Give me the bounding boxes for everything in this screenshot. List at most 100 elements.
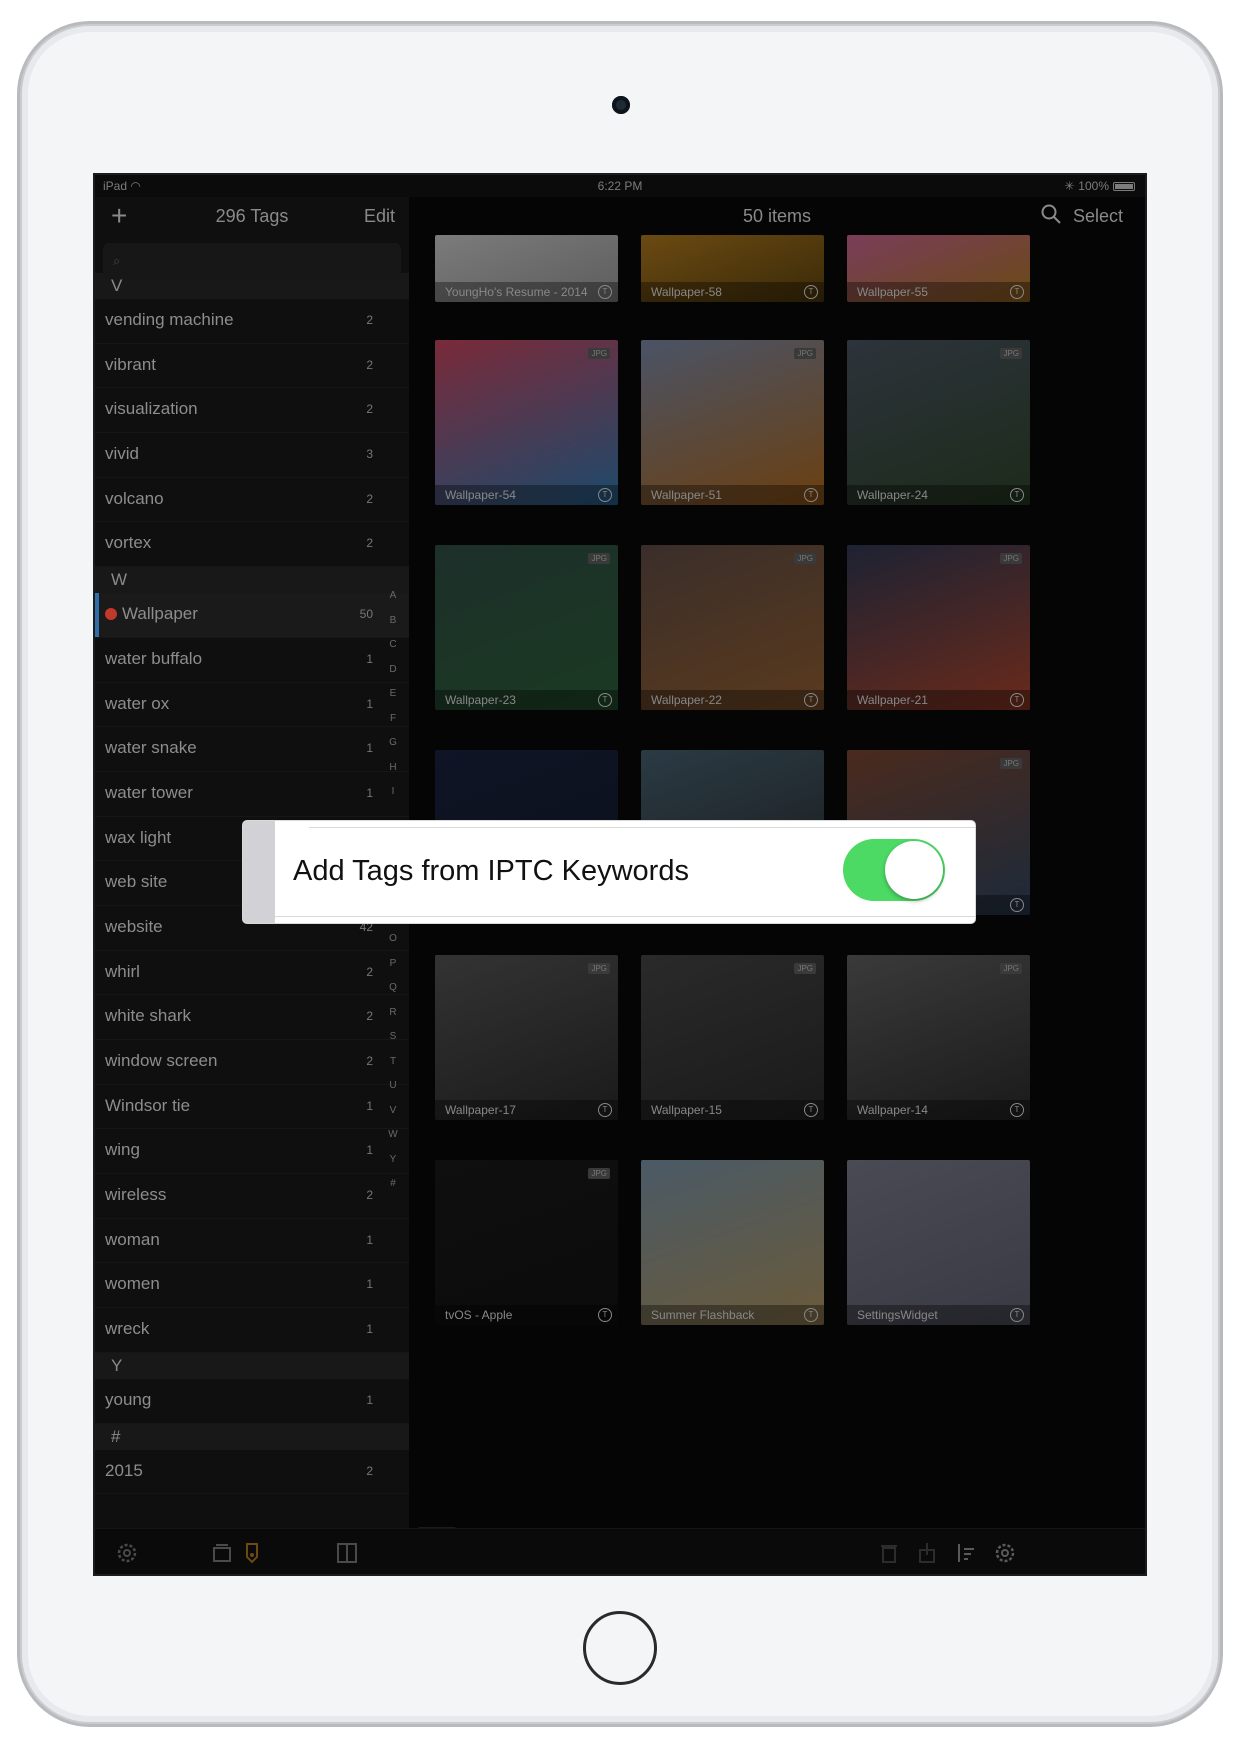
tag-row[interactable]: window screen 2	[95, 1040, 409, 1085]
tag-count: 2	[366, 1009, 373, 1024]
thumbnail-caption: Wallpaper-22	[641, 690, 824, 710]
tag-count: 3	[366, 447, 373, 462]
index-letter[interactable]: R	[387, 1007, 399, 1032]
search-icon[interactable]	[1039, 202, 1063, 226]
thumbnail[interactable]: JPG Wallpaper-51 T	[641, 340, 824, 505]
thumbnail-caption: Wallpaper-14	[847, 1100, 1030, 1120]
index-letter[interactable]: F	[387, 713, 399, 738]
tag-row[interactable]: wireless 2	[95, 1174, 409, 1219]
thumbnail[interactable]: JPG tvOS - Apple T	[435, 1160, 618, 1325]
index-letter[interactable]: V	[387, 1105, 399, 1130]
jpg-badge: JPG	[588, 553, 610, 564]
trash-icon[interactable]	[877, 1541, 901, 1565]
tag-row[interactable]: vivid 3	[95, 433, 409, 478]
tag-row[interactable]: vending machine 2	[95, 299, 409, 344]
index-letter[interactable]: U	[387, 1080, 399, 1105]
tag-icon[interactable]	[240, 1541, 264, 1565]
sort-icon[interactable]	[953, 1541, 977, 1565]
gear-icon[interactable]	[993, 1541, 1017, 1565]
iptc-option-popover: Add Tags from IPTC Keywords	[243, 821, 975, 923]
tag-label: visualization	[105, 399, 198, 419]
tag-row[interactable]: women 1	[95, 1263, 409, 1309]
index-letter[interactable]: #	[387, 1178, 399, 1203]
tag-label-wrap: window screen	[105, 1051, 217, 1071]
iptc-keywords-toggle[interactable]	[843, 839, 945, 901]
tag-row[interactable]: 2015 2	[95, 1450, 409, 1495]
thumbnail-caption: Wallpaper-21	[847, 690, 1030, 710]
thumbnail[interactable]: JPG Wallpaper-22 T	[641, 545, 824, 710]
tag-label: website	[105, 916, 163, 936]
tag-row[interactable]: vortex 2	[95, 522, 409, 568]
tag-indicator-icon: T	[598, 693, 612, 707]
tag-indicator-icon: T	[804, 693, 818, 707]
thumbnail[interactable]: Wallpaper-58 T	[641, 235, 824, 302]
tag-label-wrap: water ox	[105, 694, 169, 714]
thumbnail[interactable]: JPG Wallpaper-17 T	[435, 955, 618, 1120]
tag-search-bar[interactable]: ⌕	[103, 243, 401, 279]
tag-row[interactable]: young 1	[95, 1379, 409, 1424]
tag-row[interactable]: water buffalo 1	[95, 638, 409, 683]
tag-indicator-icon: T	[804, 1103, 818, 1117]
thumbnail[interactable]: Summer Flashback T	[641, 1160, 824, 1325]
stack-icon[interactable]	[210, 1541, 234, 1565]
tag-label-wrap: volcano	[105, 489, 164, 509]
home-button[interactable]	[583, 1611, 657, 1685]
thumbnail[interactable]: JPG Wallpaper-21 T	[847, 545, 1030, 710]
tag-search-input[interactable]	[131, 243, 381, 279]
index-letter[interactable]: B	[387, 615, 399, 640]
index-letter[interactable]: O	[387, 933, 399, 958]
index-letter[interactable]: D	[387, 664, 399, 689]
sidebar-title: 296 Tags	[215, 206, 289, 226]
share-icon[interactable]	[915, 1541, 939, 1565]
settings-gear-icon[interactable]	[115, 1541, 139, 1565]
thumbnail[interactable]: JPG Wallpaper-54 T	[435, 340, 618, 505]
thumbnail[interactable]: JPG Wallpaper-15 T	[641, 955, 824, 1120]
tag-label: Wallpaper	[122, 604, 198, 624]
thumbnail[interactable]: Wallpaper-55 T	[847, 235, 1030, 302]
index-letter[interactable]: W	[387, 1129, 399, 1154]
tag-row[interactable]: water ox 1	[95, 683, 409, 728]
index-letter[interactable]: Y	[387, 1154, 399, 1179]
tag-count: 1	[366, 696, 373, 711]
index-letter[interactable]: I	[387, 786, 399, 811]
index-letter[interactable]: A	[387, 590, 399, 615]
tag-row[interactable]: Windsor tie 1	[95, 1085, 409, 1130]
thumbnail[interactable]: JPG Wallpaper-14 T	[847, 955, 1030, 1120]
select-button[interactable]: Select	[1073, 206, 1123, 227]
tag-row[interactable]: woman 1	[95, 1219, 409, 1264]
tag-row[interactable]: whirl 2	[95, 951, 409, 996]
bottom-toolbar	[95, 1528, 1145, 1574]
tag-row[interactable]: volcano 2	[95, 478, 409, 523]
jpg-badge: JPG	[1000, 553, 1022, 564]
tag-row[interactable]: wing 1	[95, 1129, 409, 1175]
thumbnail[interactable]: YoungHo's Resume - 2014 T	[435, 235, 618, 302]
index-letter[interactable]: S	[387, 1031, 399, 1056]
tag-indicator-icon: T	[1010, 693, 1024, 707]
thumbnail[interactable]: JPG Wallpaper-24 T	[847, 340, 1030, 505]
index-letter[interactable]: Q	[387, 982, 399, 1007]
tag-row[interactable]: water snake 1	[95, 727, 409, 772]
tag-label: volcano	[105, 488, 164, 508]
thumbnail[interactable]: SettingsWidget T	[847, 1160, 1030, 1325]
index-letter[interactable]: C	[387, 639, 399, 664]
section-header: Y	[95, 1352, 409, 1379]
tag-row[interactable]: visualization 2	[95, 388, 409, 434]
index-letter[interactable]: G	[387, 737, 399, 762]
tag-count: 2	[366, 313, 373, 327]
tag-row[interactable]: Wallpaper 50	[95, 593, 409, 638]
index-letter[interactable]: P	[387, 958, 399, 983]
index-letter[interactable]: H	[387, 762, 399, 787]
edit-button[interactable]: Edit	[364, 206, 395, 227]
thumbnail[interactable]: JPG Wallpaper-23 T	[435, 545, 618, 710]
tag-row[interactable]: white shark 2	[95, 995, 409, 1040]
jpg-badge: JPG	[794, 963, 816, 974]
split-view-icon[interactable]	[335, 1541, 359, 1565]
tag-row[interactable]: wreck 1	[95, 1308, 409, 1353]
tag-row[interactable]: vibrant 2	[95, 344, 409, 389]
tag-row[interactable]: water tower 1	[95, 772, 409, 817]
thumbnail-caption: tvOS - Apple	[435, 1305, 618, 1325]
jpg-badge: JPG	[588, 348, 610, 359]
tag-label: vivid	[105, 444, 140, 464]
index-letter[interactable]: T	[387, 1056, 399, 1081]
index-letter[interactable]: E	[387, 688, 399, 713]
